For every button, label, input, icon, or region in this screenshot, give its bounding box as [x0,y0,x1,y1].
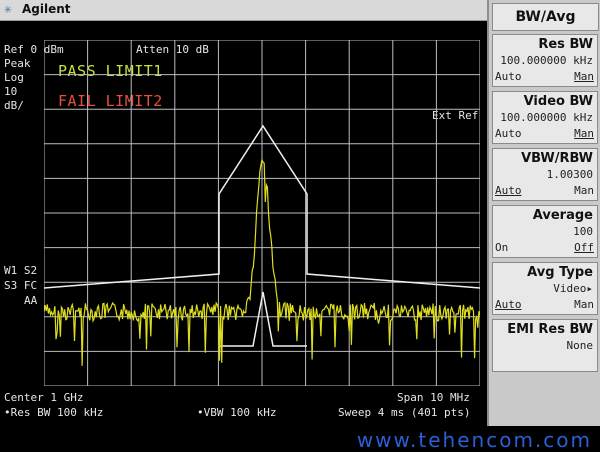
emi-res-bw-softkey[interactable]: EMI Res BW None [492,319,598,372]
sweep-readout: Sweep 4 ms (401 pts) [338,406,471,419]
vbw-rbw-softkey[interactable]: VBW/RBW 1.00300 Auto Man [492,148,598,201]
softkey-on: On [495,241,509,254]
softkey-value: 100.000000 kHz [500,111,593,124]
softkey-man: Man [574,70,594,83]
res-bw-softkey[interactable]: Res BW 100.000000 kHz Auto Man [492,34,598,87]
spectrum-graticule [44,40,480,386]
scale-value: 10 [4,85,18,98]
softkey-man: Man [574,184,594,197]
brand-name: Agilent [22,2,71,16]
softkey-auto: Auto [495,298,522,311]
scale-type: Log [4,71,24,84]
agilent-spark-icon: ✳ [4,2,12,17]
scale-unit: dB/ [4,99,24,112]
avg-type-softkey[interactable]: Avg Type Video▸ Auto Man [492,262,598,315]
softkey-label: Average [532,208,593,223]
video-bw-softkey[interactable]: Video BW 100.000000 kHz Auto Man [492,91,598,144]
menu-title: BW/Avg [492,3,599,31]
softkey-value: 100 [573,225,593,238]
softkey-panel: BW/Avg Res BW 100.000000 kHz Auto Man Vi… [487,0,600,426]
softkey-man: Man [574,298,594,311]
span-readout: Span 10 MHz [397,391,470,404]
trace-status-aa: AA [24,294,38,307]
softkey-label: VBW/RBW [521,151,593,166]
softkey-off: Off [574,241,594,254]
trace-status-w1s2: W1 S2 [4,264,38,277]
softkey-auto: Auto [495,70,522,83]
softkey-label: Video BW [523,94,593,109]
res-bw-readout: •Res BW 100 kHz [4,406,104,419]
vbw-readout: •VBW 100 kHz [197,406,277,419]
softkey-label: Res BW [538,37,593,52]
average-softkey[interactable]: Average 100 On Off [492,205,598,258]
center-frequency: Center 1 GHz [4,391,84,404]
softkey-auto: Auto [495,127,522,140]
softkey-man: Man [574,127,594,140]
softkey-auto: Auto [495,184,522,197]
trace-status-s3fc: S3 FC [4,279,38,292]
softkey-value: 100.000000 kHz [500,54,593,67]
softkey-label: EMI Res BW [507,322,593,337]
limit-line-2 [219,291,307,347]
softkey-value: 1.00300 [546,168,593,181]
softkey-label: Avg Type [527,265,593,280]
title-bar: ✳ Agilent [0,0,487,21]
softkey-value: None [566,339,594,352]
softkey-value: Video▸ [553,282,593,295]
detector-mode: Peak [4,57,31,70]
watermark-text: www.tehencom.com [356,428,592,452]
